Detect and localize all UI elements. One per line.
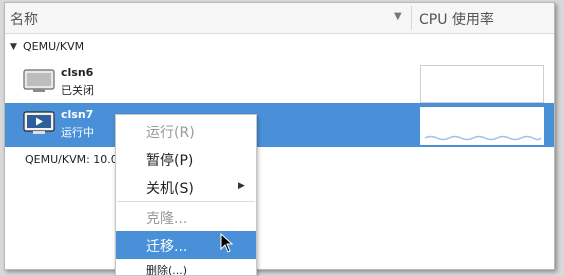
menu-item-run[interactable]: 运行(R) [116, 117, 256, 145]
connection-group-row[interactable]: ▼ QEMU/KVM [5, 37, 554, 59]
vm-running-icon [23, 111, 55, 134]
menu-item-migrate[interactable]: 迁移... [116, 231, 256, 259]
vm-name: clsn7 [61, 108, 94, 121]
vm-status: 运行中 [61, 126, 94, 139]
cpu-usage-graph [420, 65, 544, 103]
column-header-cpu[interactable]: CPU 使用率 [419, 9, 494, 29]
vm-off-icon [23, 69, 55, 92]
menu-item-label: 克隆... [146, 211, 188, 227]
menu-item-label: 运行(R) [146, 125, 195, 141]
mouse-cursor-icon [220, 233, 234, 253]
column-header-name[interactable]: 名称 [10, 9, 38, 29]
menu-item-label: 删除(...) [146, 264, 188, 276]
cpu-usage-line [424, 135, 542, 141]
vm-manager-window: 名称 ▼ CPU 使用率 ▼ QEMU/KVM clsn6 已关闭 clsn7 … [4, 2, 555, 270]
connection-row[interactable]: QEMU/KVM: 10.0. [25, 153, 121, 166]
vm-row-clsn7[interactable]: clsn7 运行中 [5, 103, 554, 147]
column-divider[interactable] [411, 6, 412, 30]
expander-triangle-icon[interactable]: ▼ [10, 42, 17, 52]
vm-name: clsn6 [61, 66, 94, 79]
menu-separator [117, 201, 255, 202]
list-header: 名称 ▼ CPU 使用率 [5, 3, 554, 34]
vm-row-clsn6[interactable]: clsn6 已关闭 [5, 61, 554, 105]
menu-item-label: 关机(S) [146, 181, 194, 197]
menu-item-shutdown[interactable]: 关机(S) ▶ [116, 173, 256, 201]
menu-item-label: 迁移... [146, 239, 188, 255]
menu-item-pause[interactable]: 暂停(P) [116, 145, 256, 173]
sort-arrow-icon[interactable]: ▼ [394, 11, 402, 22]
connection-group-label: QEMU/KVM [23, 40, 85, 53]
context-menu: 运行(R) 暂停(P) 关机(S) ▶ 克隆... 迁移... 删除(...) [115, 114, 257, 276]
submenu-arrow-icon: ▶ [238, 181, 245, 191]
menu-item-clone[interactable]: 克隆... [116, 203, 256, 231]
vm-status: 已关闭 [61, 84, 94, 97]
menu-item-delete[interactable]: 删除(...) [116, 261, 256, 276]
cpu-usage-graph [420, 107, 544, 145]
menu-item-label: 暂停(P) [146, 153, 194, 169]
